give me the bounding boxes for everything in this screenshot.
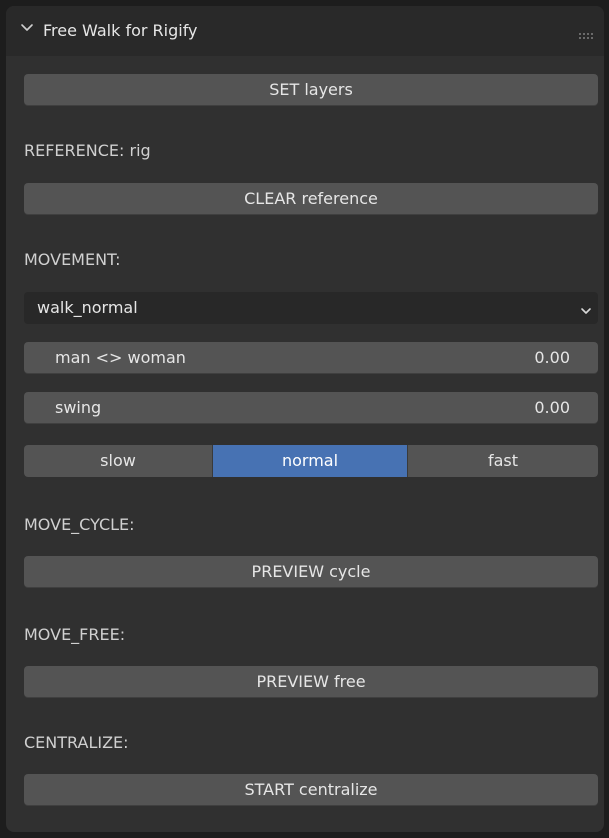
preview-free-button[interactable]: PREVIEW free <box>24 666 598 698</box>
reference-label: REFERENCE: rig <box>24 141 151 160</box>
swing-slider[interactable]: swing 0.00 <box>24 392 598 424</box>
start-centralize-button[interactable]: START centralize <box>24 774 598 806</box>
man-woman-slider[interactable]: man <> woman 0.00 <box>24 342 598 374</box>
set-layers-button[interactable]: SET layers <box>24 74 598 106</box>
movement-label: MOVEMENT: <box>24 250 121 269</box>
move-cycle-label: MOVE_CYCLE: <box>24 515 135 534</box>
chevron-down-icon <box>580 302 592 314</box>
speed-option-fast[interactable]: fast <box>408 445 598 477</box>
speed-option-normal[interactable]: normal <box>212 445 408 477</box>
clear-reference-button[interactable]: CLEAR reference <box>24 183 598 215</box>
speed-option-slow[interactable]: slow <box>24 445 212 477</box>
panel-title: Free Walk for Rigify <box>43 21 198 40</box>
panel-header[interactable]: Free Walk for Rigify <box>6 6 604 56</box>
slider-label: swing <box>55 398 102 417</box>
speed-selector: slow normal fast <box>24 445 598 477</box>
preview-cycle-button[interactable]: PREVIEW cycle <box>24 556 598 588</box>
slider-label: man <> woman <box>55 348 186 367</box>
free-walk-panel: Free Walk for Rigify SET layers REFERENC… <box>6 6 604 832</box>
move-free-label: MOVE_FREE: <box>24 625 126 644</box>
centralize-label: CENTRALIZE: <box>24 733 129 752</box>
movement-select[interactable]: walk_normal <box>24 292 598 324</box>
movement-select-value: walk_normal <box>37 298 138 317</box>
slider-value: 0.00 <box>534 348 570 367</box>
drag-grip-icon[interactable] <box>578 26 596 39</box>
chevron-down-icon[interactable] <box>19 20 35 36</box>
slider-value: 0.00 <box>534 398 570 417</box>
